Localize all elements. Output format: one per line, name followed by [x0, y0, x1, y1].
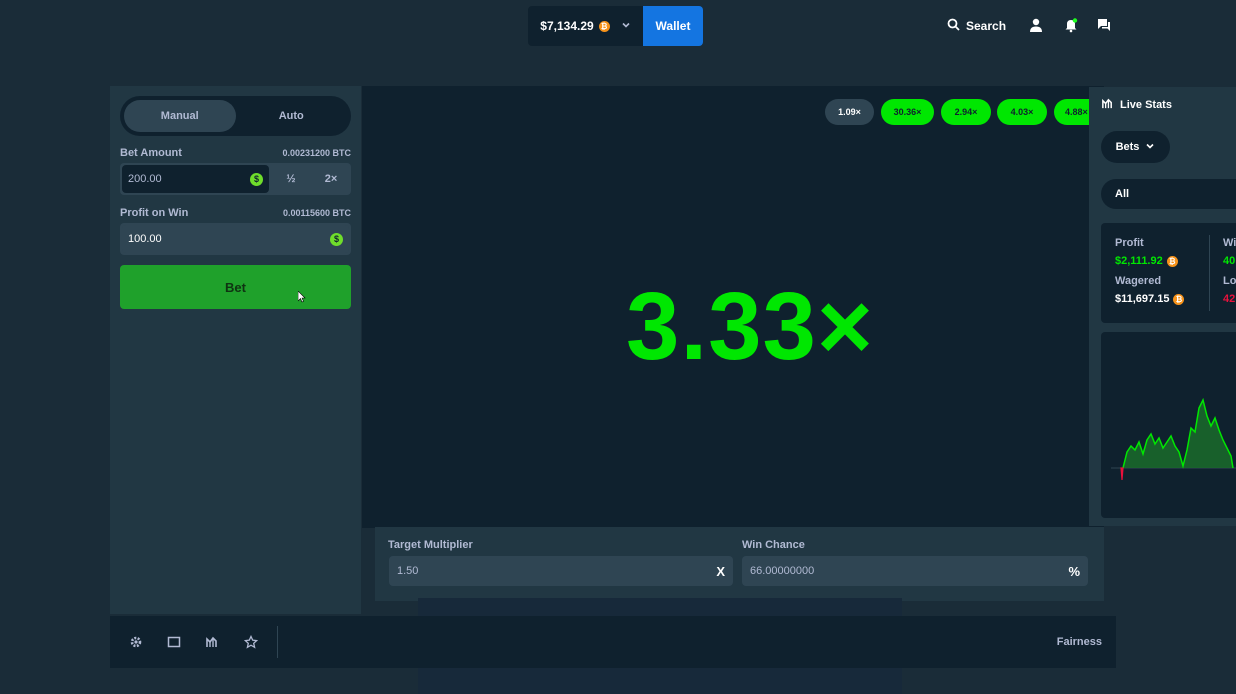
target-multiplier-input[interactable]: 1.50 X — [389, 556, 733, 586]
fairness-link[interactable]: Fairness — [1057, 636, 1102, 648]
bets-dropdown[interactable]: Bets — [1101, 131, 1170, 163]
profit-on-win-row: 100.00 $ — [120, 223, 351, 255]
settings-icon[interactable] — [129, 635, 143, 649]
chevron-down-icon — [621, 20, 631, 33]
favourite-icon[interactable] — [243, 634, 259, 649]
user-icon[interactable] — [1028, 17, 1044, 33]
profit-on-win-value: 100.00 — [128, 233, 162, 245]
recent-result-pill[interactable]: 4.88× — [1054, 99, 1092, 125]
wagered-label: Wagered — [1115, 275, 1162, 287]
live-stats-panel: Live Stats Bets All Profit $2,111.92 ₿ W… — [1089, 87, 1236, 526]
stats-summary: Profit $2,111.92 ₿ Wagered $11,697.15 ₿ … — [1101, 223, 1236, 323]
profit-on-win-btc: 0.00115600 BTC — [282, 208, 351, 218]
search-button[interactable]: Search — [947, 17, 1006, 35]
target-multiplier-label: Target Multiplier — [388, 539, 473, 551]
losses-label: Lo — [1223, 275, 1236, 287]
recent-result-pill[interactable]: 1.09× — [825, 99, 874, 125]
win-chance-input[interactable]: 66.00000000 % — [742, 556, 1088, 586]
win-chance-value: 66.00000000 — [750, 565, 815, 577]
bet-amount-label: Bet Amount — [120, 147, 182, 159]
chat-icon[interactable] — [1096, 17, 1112, 33]
bet-amount-btc: 0.00231200 BTC — [282, 148, 351, 158]
search-icon — [947, 18, 960, 34]
bet-amount-value: 200.00 — [128, 173, 162, 185]
mouse-cursor-icon — [297, 290, 306, 308]
live-stats-icon[interactable] — [205, 635, 219, 649]
dollar-icon: $ — [330, 232, 343, 246]
profit-amount: $2,111.92 — [1115, 255, 1163, 267]
tab-manual[interactable]: Manual — [124, 100, 236, 132]
bets-dropdown-label: Bets — [1115, 141, 1140, 153]
result-multiplier: 3.33× — [626, 273, 874, 380]
profit-on-win-label: Profit on Win — [120, 207, 189, 219]
tab-auto[interactable]: Auto — [236, 100, 348, 132]
losses-value: 42 — [1223, 293, 1236, 305]
dollar-icon: $ — [250, 172, 263, 186]
filter-select[interactable]: All — [1101, 179, 1236, 209]
notifications-icon[interactable] — [1063, 17, 1079, 33]
stats-divider — [1209, 235, 1210, 311]
game-footer: Fairness — [110, 616, 1116, 668]
wagered-value: $11,697.15 ₿ — [1115, 293, 1185, 305]
live-stats-icon — [1101, 97, 1114, 113]
profit-on-win-input[interactable]: 100.00 $ — [122, 225, 349, 253]
profit-chart-svg — [1111, 397, 1236, 481]
target-multiplier-value: 1.50 — [397, 565, 419, 577]
theatre-mode-icon[interactable] — [167, 635, 181, 649]
live-stats-header: Live Stats — [1101, 97, 1172, 113]
live-stats-title: Live Stats — [1120, 99, 1172, 111]
bet-button[interactable]: Bet — [120, 265, 351, 309]
wins-value: 40 — [1223, 255, 1236, 267]
chevron-down-icon — [1145, 141, 1155, 154]
bitcoin-icon: ₿ — [598, 20, 610, 32]
mode-tabs: Manual Auto — [120, 96, 351, 136]
game-area: 3.33× — [362, 86, 1104, 528]
recent-result-pill[interactable]: 2.94× — [941, 99, 991, 125]
game-controls: Target Multiplier 1.50 X Win Chance 66.0… — [375, 527, 1104, 601]
balance-amount: $7,134.29 — [540, 19, 594, 33]
profit-chart — [1101, 332, 1236, 518]
double-bet-button[interactable]: 2× — [311, 163, 351, 195]
search-label: Search — [966, 19, 1007, 33]
wins-label: Wi — [1223, 237, 1236, 249]
bitcoin-icon: ₿ — [1173, 293, 1185, 305]
top-bar: $7,134.29 ₿ Wallet Search — [0, 0, 1236, 52]
bet-amount-row: 200.00 $ ½ 2× — [120, 163, 351, 195]
multiplier-x-icon: X — [716, 563, 725, 579]
chart-loss-segment — [1120, 467, 1124, 481]
bet-panel: Manual Auto Bet Amount 0.00231200 BTC 20… — [110, 86, 361, 614]
percent-icon: % — [1068, 563, 1080, 579]
wallet-button[interactable]: Wallet — [643, 6, 703, 46]
footer-divider — [277, 626, 278, 658]
bet-amount-input[interactable]: 200.00 $ — [122, 165, 269, 193]
half-bet-button[interactable]: ½ — [271, 163, 311, 195]
recent-result-pill[interactable]: 4.03× — [997, 99, 1047, 125]
wagered-amount: $11,697.15 — [1115, 293, 1170, 305]
chart-profit-area — [1123, 400, 1233, 468]
profit-label: Profit — [1115, 237, 1144, 249]
profit-value: $2,111.92 ₿ — [1115, 255, 1178, 267]
bitcoin-icon: ₿ — [1166, 255, 1178, 267]
win-chance-label: Win Chance — [742, 539, 805, 551]
balance-selector[interactable]: $7,134.29 ₿ — [528, 6, 643, 46]
recent-result-pill[interactable]: 30.36× — [881, 99, 934, 125]
